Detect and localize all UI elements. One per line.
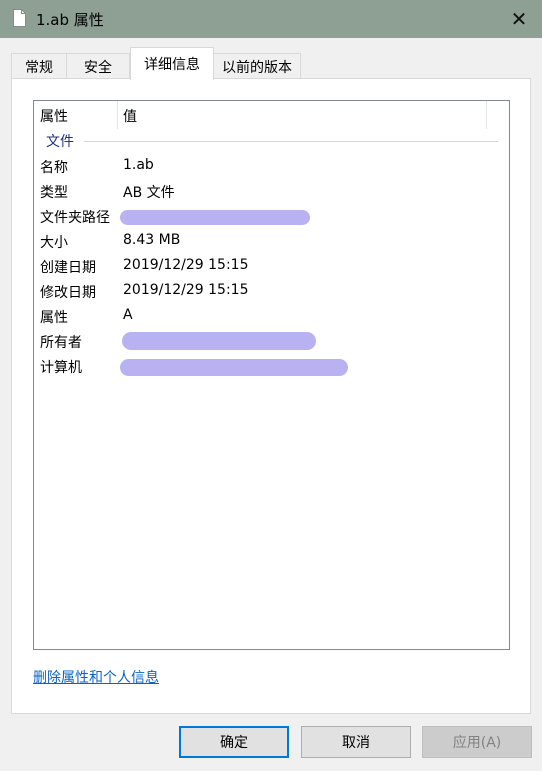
cancel-button[interactable]: 取消 [301, 726, 411, 758]
table-row[interactable]: 大小 8.43 MB [34, 229, 509, 254]
property-name: 类型 [40, 185, 68, 201]
property-value: 1.ab [123, 157, 154, 173]
tab-strip: 常规 安全 详细信息 以前的版本 [11, 47, 531, 80]
property-name: 所有者 [40, 335, 82, 351]
table-row[interactable]: 文件夹路径 [34, 204, 509, 229]
property-name: 计算机 [40, 360, 82, 376]
table-row[interactable]: 属性 A [34, 304, 509, 329]
details-list[interactable]: 属性 值 文件 名称 1.ab 类型 AB 文件 文件夹路径 大小 8.43 M… [33, 100, 510, 650]
property-name: 大小 [40, 235, 68, 251]
column-divider[interactable] [117, 101, 118, 129]
tab-details[interactable]: 详细信息 [130, 47, 214, 80]
list-header: 属性 值 [34, 101, 509, 129]
property-name: 创建日期 [40, 260, 96, 276]
table-row[interactable]: 创建日期 2019/12/29 15:15 [34, 254, 509, 279]
tab-previous-versions[interactable]: 以前的版本 [213, 53, 301, 79]
property-value: 2019/12/29 15:15 [123, 257, 249, 273]
apply-button[interactable]: 应用(A) [422, 726, 532, 758]
title-bar[interactable]: 1.ab 属性 ✕ [0, 0, 542, 38]
table-row[interactable]: 所有者 [34, 329, 509, 354]
property-name: 修改日期 [40, 285, 96, 301]
column-header-property[interactable]: 属性 [40, 106, 68, 126]
details-panel: 属性 值 文件 名称 1.ab 类型 AB 文件 文件夹路径 大小 8.43 M… [11, 78, 531, 714]
window-title: 1.ab 属性 [36, 11, 104, 29]
property-value: AB 文件 [123, 185, 175, 201]
tab-general[interactable]: 常规 [11, 53, 67, 79]
redaction-mark [120, 359, 348, 376]
property-name: 名称 [40, 160, 68, 176]
table-row[interactable]: 修改日期 2019/12/29 15:15 [34, 279, 509, 304]
property-name: 文件夹路径 [40, 210, 110, 226]
property-name: 属性 [40, 310, 68, 326]
property-value: 2019/12/29 15:15 [123, 282, 249, 298]
table-row[interactable]: 名称 1.ab [34, 154, 509, 179]
tab-security[interactable]: 安全 [66, 53, 130, 79]
ok-button[interactable]: 确定 [179, 726, 289, 758]
redaction-mark [122, 332, 316, 350]
property-value: 8.43 MB [123, 232, 181, 248]
table-row[interactable]: 计算机 [34, 354, 509, 379]
column-header-value[interactable]: 值 [123, 106, 137, 126]
group-divider [84, 141, 498, 142]
column-divider[interactable] [486, 101, 487, 129]
file-icon [13, 9, 26, 27]
group-header-file: 文件 [46, 134, 74, 150]
close-icon: ✕ [510, 7, 528, 31]
close-button[interactable]: ✕ [496, 0, 542, 38]
property-value: A [123, 307, 133, 323]
remove-properties-link[interactable]: 删除属性和个人信息 [33, 667, 159, 687]
redaction-mark [120, 210, 310, 225]
table-row[interactable]: 类型 AB 文件 [34, 179, 509, 204]
